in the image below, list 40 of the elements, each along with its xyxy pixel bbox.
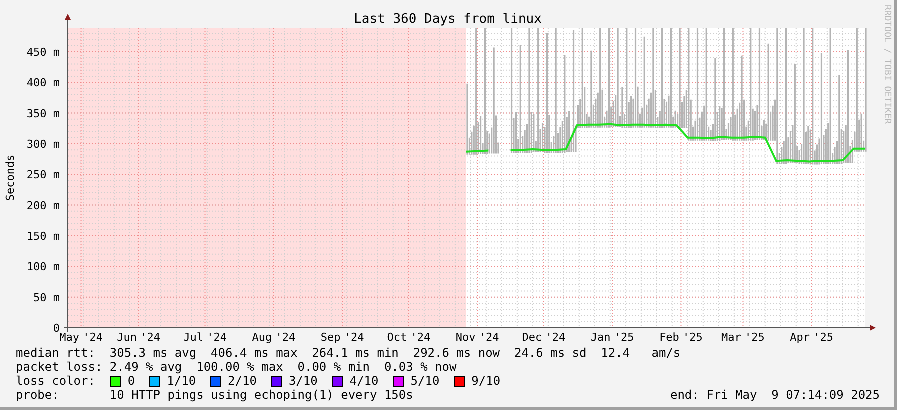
credit-text: RRDTOOL / TOBI OETIKER: [882, 5, 892, 124]
swatch-label: 5/10: [410, 374, 440, 388]
x-tick-label: Sep '24: [320, 331, 364, 344]
x-tick-label: Nov '24: [456, 331, 500, 344]
x-tick-label: Dec '24: [522, 331, 566, 344]
x-tick-label: Aug '24: [252, 331, 296, 344]
y-tick-label: 350 m: [26, 107, 60, 120]
legend-label: median rtt:: [16, 346, 96, 360]
x-tick-label: Mar '25: [722, 331, 765, 344]
x-tick-label: Oct '24: [387, 331, 431, 344]
stats-text: 305.3 ms avg 406.4 ms max 264.1 ms min 292.6 ms now 24.6 ms sd 12.4 am/s: [110, 346, 681, 360]
y-tick-label: 100 m: [26, 260, 60, 274]
chart-title: Last 360 Days from linux: [354, 12, 542, 27]
probe-text: 10 HTTP pings using echoping(1) every 150s: [110, 388, 414, 402]
swatch-label: 1/10: [167, 374, 196, 388]
x-tick-label: May '24: [60, 331, 103, 344]
y-tick-label: 200 m: [26, 199, 60, 212]
y-axis-label: Seconds: [4, 154, 17, 202]
swatch-label: 9/10: [472, 374, 501, 388]
legend-label: loss color:: [16, 374, 96, 388]
y-tick-label: 150 m: [26, 230, 60, 243]
x-tick-label: Jan '25: [590, 331, 634, 344]
legend-label: packet loss:: [16, 360, 104, 374]
x-tick-label: Jun '24: [117, 331, 161, 344]
y-tick-label: 300 m: [26, 138, 60, 151]
swatch-label: 0: [128, 374, 136, 388]
y-tick-label: 50 m: [34, 291, 60, 304]
x-tick-label: Jul '24: [184, 331, 227, 344]
legend-label: probe:: [16, 388, 60, 402]
swatch-label: 2/10: [228, 374, 257, 388]
x-tick-label: Apr '25: [790, 331, 834, 344]
y-tick-label: 400 m: [26, 76, 60, 90]
x-tick-label: Feb '25: [660, 331, 703, 344]
y-tick-label: 0: [53, 322, 60, 335]
y-tick-label: 250 m: [26, 168, 60, 182]
swatch-label: 3/10: [288, 374, 318, 388]
swatch-label: 4/10: [350, 374, 379, 388]
y-tick-label: 450 m: [26, 46, 60, 59]
end-time: end: Fri May 9 07:14:09 2025: [670, 388, 880, 402]
stats-text: 2.49 % avg 100.00 % max 0.00 % min 0.03 % now: [110, 360, 457, 374]
